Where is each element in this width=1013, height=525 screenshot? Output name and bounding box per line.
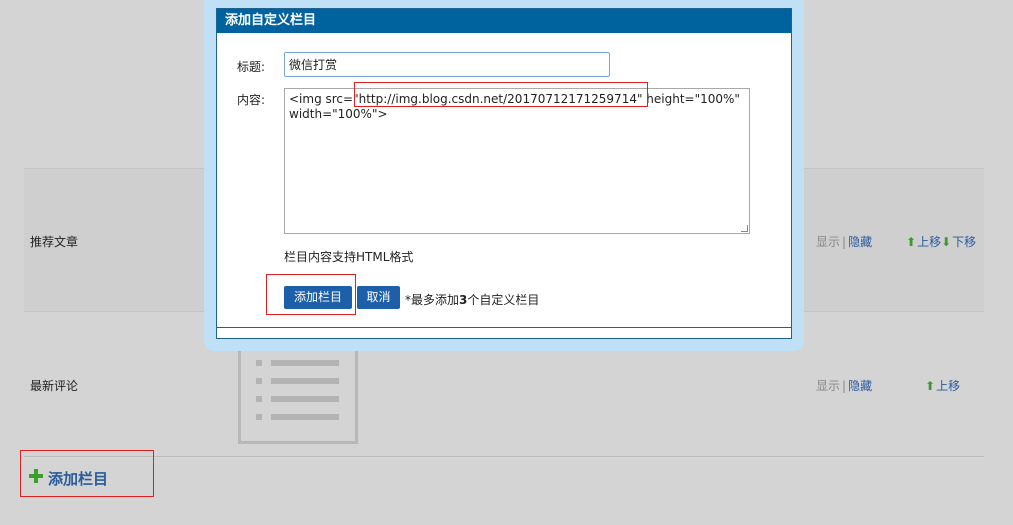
list-line — [271, 396, 339, 402]
move-up-label: 上移 — [936, 379, 961, 393]
add-custom-column-dialog: 添加自定义栏目 标题: 内容: <img src="http://img.blo… — [204, 0, 804, 351]
arrow-up-icon: ⬆ — [906, 235, 917, 249]
dialog-title: 添加自定义栏目 — [217, 9, 791, 33]
add-column-label: 添加栏目 — [48, 470, 109, 488]
visibility-actions: 显示 | 隐藏 — [816, 233, 872, 250]
arrow-down-icon: ⬇ — [941, 235, 952, 249]
separator: | — [842, 235, 847, 249]
add-column-button[interactable]: 添加栏目 — [284, 286, 352, 309]
hide-link[interactable]: 隐藏 — [848, 235, 872, 249]
title-input[interactable] — [284, 52, 610, 77]
column-title: 推荐文章 — [30, 235, 79, 249]
hide-link[interactable]: 隐藏 — [848, 379, 872, 393]
list-line — [271, 378, 339, 384]
move-actions: ⬆上移⬇下移 — [906, 233, 976, 250]
list-dot — [256, 414, 262, 420]
list-line — [271, 414, 339, 420]
limit-note: *最多添加3个自定义栏目 — [405, 291, 539, 308]
html-support-hint: 栏目内容支持HTML格式 — [284, 250, 414, 264]
move-up-label: 上移 — [917, 235, 942, 249]
cancel-button[interactable]: 取消 — [357, 286, 400, 309]
add-column-link[interactable]: 添加栏目 — [20, 450, 154, 497]
visibility-actions: 显示 | 隐藏 — [816, 377, 872, 394]
move-up-link[interactable]: ⬆上移 — [906, 235, 941, 249]
list-dot — [256, 378, 262, 384]
plus-icon — [29, 469, 43, 483]
list-dot — [256, 396, 262, 402]
show-link[interactable]: 显示 — [816, 235, 840, 249]
content-label: 内容: — [237, 93, 266, 107]
show-link[interactable]: 显示 — [816, 379, 840, 393]
move-actions: ⬆上移 — [925, 377, 960, 394]
url-highlight-box — [354, 82, 648, 107]
content-textarea[interactable]: <img src="http://img.blog.csdn.net/20170… — [284, 88, 750, 234]
separator: | — [842, 379, 847, 393]
note-suffix: 个自定义栏目 — [467, 293, 540, 307]
list-line — [271, 360, 339, 366]
move-down-link[interactable]: ⬇下移 — [941, 235, 976, 249]
note-prefix: *最多添加 — [405, 293, 460, 307]
list-dot — [256, 360, 262, 366]
move-up-link[interactable]: ⬆上移 — [925, 379, 960, 393]
move-down-label: 下移 — [952, 235, 977, 249]
resize-handle[interactable] — [741, 225, 748, 232]
arrow-up-icon: ⬆ — [925, 379, 936, 393]
column-title: 最新评论 — [30, 379, 79, 393]
dialog-footer-divider — [217, 327, 791, 328]
dialog-body: 添加自定义栏目 标题: 内容: <img src="http://img.blo… — [216, 8, 792, 339]
list-thumbnail-icon — [238, 340, 358, 444]
title-label: 标题: — [237, 60, 266, 74]
